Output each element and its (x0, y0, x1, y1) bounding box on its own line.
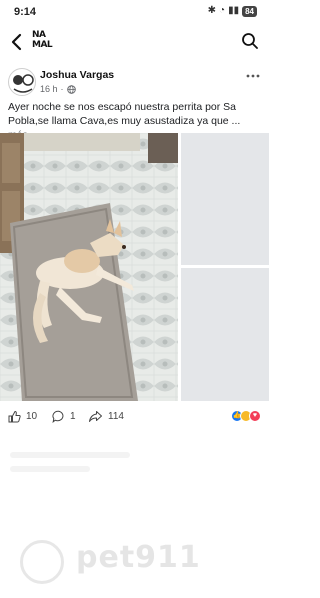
reactions-bar: 10 1 114 👍 ♥ (0, 404, 269, 430)
likes-count: 10 (26, 411, 38, 422)
watermark-brand: pet911 (76, 540, 201, 575)
post-time: 16 h (40, 84, 58, 94)
share-icon (89, 411, 102, 422)
comments-count: 1 (70, 411, 76, 422)
watermark-logo-icon (20, 540, 64, 584)
comment-icon (52, 410, 64, 423)
post-body: Ayer noche se nos escapó nuestra perrita… (8, 101, 241, 127)
post-meta: 16 h · (40, 84, 76, 94)
top-bar: NA MAL (0, 24, 269, 60)
status-icons: ✱ ◔ ▮▮ 84 (208, 5, 257, 17)
love-reaction-icon: ♥ (249, 410, 261, 422)
post-photo-side-bottom[interactable] (181, 268, 269, 401)
comment-button[interactable]: 1 (52, 410, 76, 423)
logo-line-1: NA (32, 30, 46, 40)
watermark: pet911 (0, 538, 269, 588)
logo-line-2: MAL (32, 40, 53, 50)
page-logo[interactable]: NA MAL (32, 30, 56, 56)
battery-indicator: 84 (242, 5, 257, 17)
post-photo-side-top[interactable] (181, 133, 269, 265)
share-button[interactable]: 114 (88, 410, 124, 423)
shares-count: 114 (108, 411, 124, 422)
author-name[interactable]: Joshua Vargas (40, 69, 114, 81)
reaction-emojis[interactable]: 👍 ♥ (231, 410, 261, 422)
post-photo-main[interactable] (0, 133, 178, 401)
thumbs-up-icon (8, 410, 21, 423)
faded-placeholder-line (10, 466, 90, 472)
back-arrow-icon[interactable] (8, 32, 26, 52)
signal-icon: ▮▮ (228, 5, 240, 16)
faded-placeholder-line (10, 452, 130, 458)
search-icon[interactable] (241, 32, 259, 50)
bluetooth-icon: ✱ (207, 5, 217, 16)
status-bar: 9:14 ✱ ◔ ▮▮ 84 (0, 0, 269, 24)
globe-icon (66, 84, 76, 94)
dog-photo-image (0, 133, 178, 401)
status-time: 9:14 (14, 6, 37, 18)
meta-separator: · (60, 84, 64, 94)
more-options-icon[interactable] (245, 70, 261, 82)
avatar[interactable] (8, 68, 36, 96)
wifi-icon: ◔ (219, 5, 226, 16)
like-button[interactable]: 10 (8, 410, 37, 423)
